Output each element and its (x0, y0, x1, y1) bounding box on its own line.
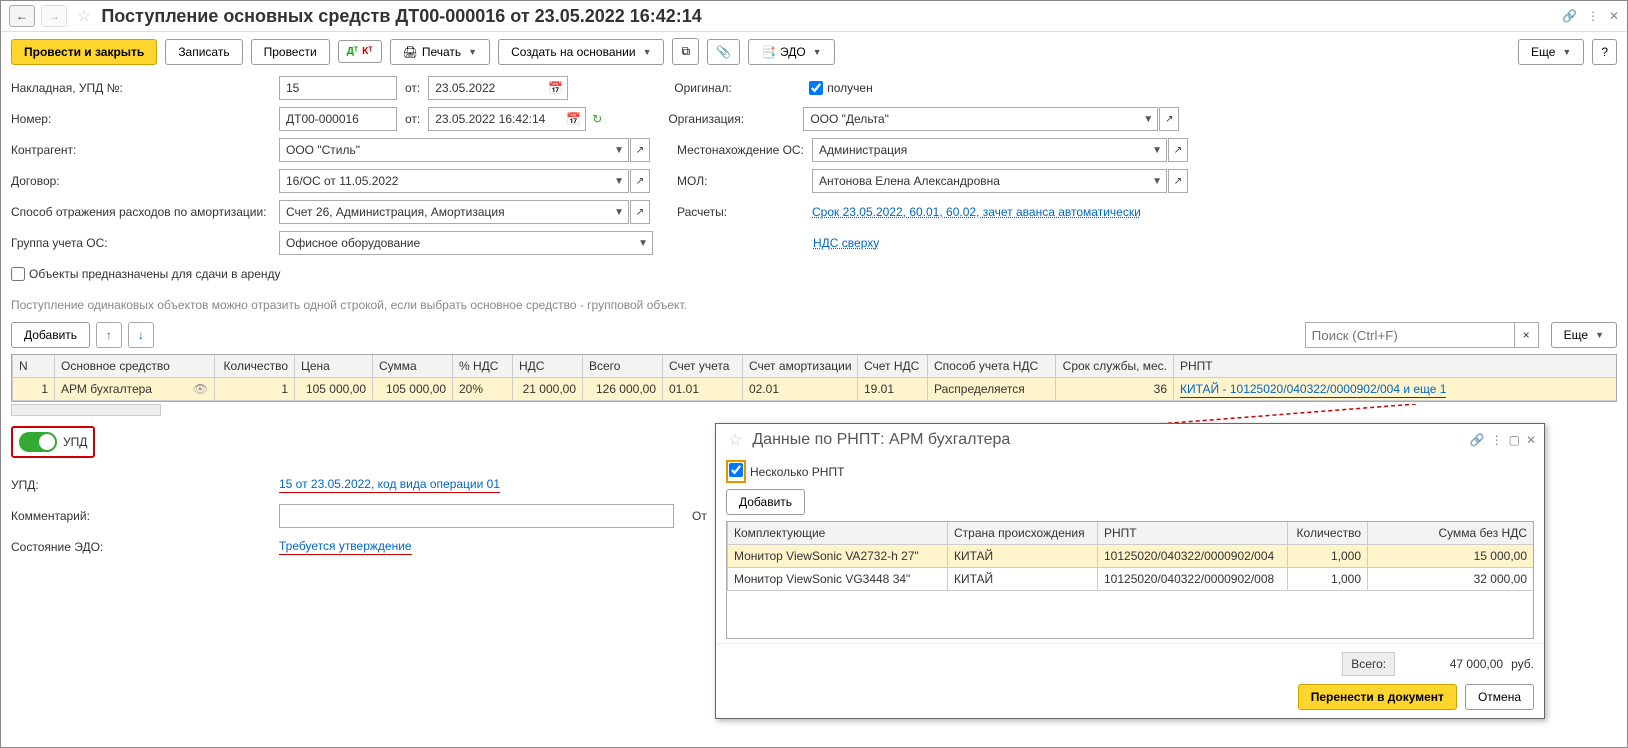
move-up-button[interactable]: ↑ (96, 322, 122, 348)
open-icon[interactable]: ↗ (630, 169, 650, 193)
expense-method-label: Способ отражения расходов по амортизации… (11, 205, 279, 219)
group-label: Группа учета ОС: (11, 236, 279, 250)
open-icon[interactable]: ↗ (1168, 138, 1188, 162)
total-value: 47 000,00 (1403, 657, 1503, 671)
add-row-button[interactable]: Добавить (11, 322, 90, 348)
upd-toggle[interactable] (19, 432, 57, 452)
table-row[interactable]: 1 АРМ бухгалтера 👁 1 105 000,00 105 000,… (13, 378, 1617, 401)
org-label: Организация: (668, 112, 803, 126)
popup-close-icon[interactable]: ✕ (1526, 433, 1536, 447)
nav-forward-button[interactable]: → (41, 5, 67, 27)
kebab-icon[interactable]: ⋮ (1587, 9, 1599, 23)
edo-icon: 📑 (761, 45, 776, 59)
mol-label: МОЛ: (677, 174, 812, 188)
comment-label: Комментарий: (11, 509, 279, 523)
upd-link[interactable]: 15 от 23.05.2022, код вида операции 01 (279, 477, 500, 493)
upd-label: УПД: (11, 478, 279, 492)
cancel-button[interactable]: Отмена (1465, 684, 1534, 710)
expense-method-field[interactable]: Счет 26, Администрация, Амортизация▼↗ (279, 200, 629, 224)
edo-state-link[interactable]: Требуется утверждение (279, 539, 412, 555)
mol-field[interactable]: Антонова Елена Александровна▼↗ (812, 169, 1167, 193)
invoice-no-field[interactable]: 15 (279, 76, 397, 100)
contract-field[interactable]: 16/ОС от 11.05.2022▼↗ (279, 169, 629, 193)
original-label: Оригинал: (674, 81, 809, 95)
favorite-star-icon[interactable]: ☆ (77, 6, 91, 26)
print-button[interactable]: 🖨 Печать ▼ (390, 39, 490, 65)
number-label: Номер: (11, 112, 279, 126)
nav-back-button[interactable]: ← (9, 5, 35, 27)
location-label: Местонахождение ОС: (677, 143, 812, 157)
rnpt-link[interactable]: КИТАЙ - 10125020/040322/0000902/004 и ещ… (1180, 382, 1446, 398)
org-field[interactable]: ООО "Дельта"▼↗ (803, 107, 1158, 131)
table-row[interactable]: Монитор ViewSonic VA2732-h 27"КИТАЙ 1012… (728, 545, 1534, 568)
open-icon[interactable]: ↗ (1159, 107, 1179, 131)
comment-field[interactable] (279, 504, 674, 528)
page-title: Поступление основных средств ДТ00-000016… (101, 6, 1556, 27)
counterparty-field[interactable]: ООО "Стиль"▼↗ (279, 138, 629, 162)
total-label: Всего: (1342, 652, 1395, 676)
rnpt-popup: ☆ Данные по РНПТ: АРМ бухгалтера 🔗 ⋮ ▢ ✕… (715, 423, 1545, 719)
original-received-checkbox[interactable]: получен (809, 81, 872, 95)
create-based-button[interactable]: Создать на основании▼ (498, 39, 664, 65)
hint-text: Поступление одинаковых объектов можно от… (11, 298, 1617, 312)
refresh-date-icon[interactable]: ↻ (592, 112, 602, 126)
post-button[interactable]: Провести (251, 39, 330, 65)
number-date-field[interactable]: 23.05.2022 16:42:14📅 (428, 107, 586, 131)
popup-kebab-icon[interactable]: ⋮ (1491, 433, 1503, 447)
popup-link-icon[interactable]: 🔗 (1470, 433, 1485, 447)
nds-link[interactable]: НДС сверху (813, 236, 879, 250)
dtkt-button[interactable]: ДᵀКᵀ (338, 40, 382, 63)
printer-icon: 🖨 (403, 45, 418, 59)
eye-icon[interactable]: 👁 (193, 382, 208, 396)
group-field[interactable]: Офисное оборудование▼ (279, 231, 653, 255)
lease-checkbox[interactable]: Объекты предназначены для сдачи в аренду (11, 267, 281, 281)
open-icon[interactable]: ↗ (630, 200, 650, 224)
popup-star-icon[interactable]: ☆ (728, 430, 742, 450)
main-grid[interactable]: NОсновное средство КоличествоЦена Сумма%… (11, 354, 1617, 402)
help-button[interactable]: ? (1592, 39, 1617, 65)
multi-rnpt-checkbox[interactable]: Несколько РНПТ (726, 460, 1534, 483)
clear-search-button[interactable]: × (1515, 322, 1539, 348)
move-down-button[interactable]: ↓ (128, 322, 154, 348)
calc-link[interactable]: Срок 23.05.2022, 60.01, 60.02, зачет ава… (812, 205, 1141, 219)
popup-add-button[interactable]: Добавить (726, 489, 805, 515)
popup-title: Данные по РНПТ: АРМ бухгалтера (752, 431, 1463, 449)
invoice-date-field[interactable]: 23.05.2022📅 (428, 76, 568, 100)
grid-more-button[interactable]: Еще▼ (1551, 322, 1617, 348)
structure-button[interactable]: ⧉ (672, 38, 699, 65)
link-icon[interactable]: 🔗 (1562, 9, 1577, 23)
record-button[interactable]: Записать (165, 39, 242, 65)
open-icon[interactable]: ↗ (1168, 169, 1188, 193)
search-input[interactable] (1305, 322, 1515, 348)
edo-button[interactable]: 📑 ЭДО▼ (748, 39, 835, 65)
more-button[interactable]: Еще▼ (1518, 39, 1584, 65)
edo-state-label: Состояние ЭДО: (11, 540, 279, 554)
contract-label: Договор: (11, 174, 279, 188)
location-field[interactable]: Администрация▼↗ (812, 138, 1167, 162)
calc-label: Расчеты: (677, 205, 812, 219)
number-field[interactable]: ДТ00-000016 (279, 107, 397, 131)
table-row[interactable]: Монитор ViewSonic VG3448 34"КИТАЙ 101250… (728, 568, 1534, 591)
counterparty-label: Контрагент: (11, 143, 279, 157)
calendar-icon[interactable]: 📅 (548, 81, 563, 95)
post-and-close-button[interactable]: Провести и закрыть (11, 39, 157, 65)
close-icon[interactable]: ✕ (1609, 9, 1619, 23)
attach-button[interactable]: 📎 (707, 39, 740, 65)
scrollbar[interactable] (11, 404, 161, 416)
invoice-no-label: Накладная, УПД №: (11, 81, 279, 95)
calendar-icon[interactable]: 📅 (566, 112, 581, 126)
submit-button[interactable]: Перенести в документ (1298, 684, 1457, 710)
popup-maximize-icon[interactable]: ▢ (1509, 433, 1520, 447)
open-icon[interactable]: ↗ (630, 138, 650, 162)
